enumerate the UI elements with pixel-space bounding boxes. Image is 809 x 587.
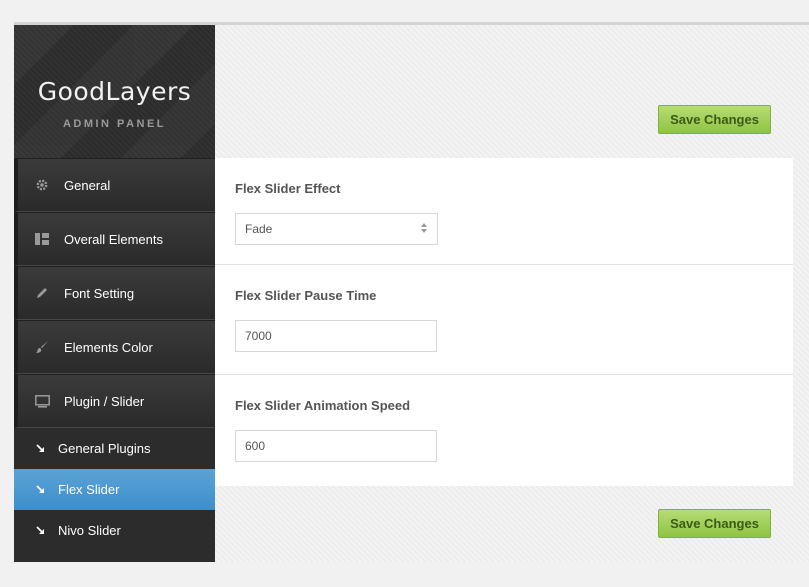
sidebar-subitem-nivo-slider[interactable]: Nivo Slider — [14, 510, 215, 551]
admin-frame: GoodLayers ADMIN PANEL General Overall E… — [14, 22, 809, 562]
arrow-down-right-icon — [36, 444, 48, 453]
sidebar-item-elements-color[interactable]: Elements Color — [14, 320, 215, 374]
sidebar-item-overall-elements[interactable]: Overall Elements — [14, 212, 215, 266]
flex-slider-effect-label: Flex Slider Effect — [235, 181, 341, 196]
sidebar-subitem-general-plugins[interactable]: General Plugins — [14, 428, 215, 469]
sidebar-item-label: Elements Color — [64, 339, 153, 355]
flex-slider-speed-input[interactable]: 600 — [235, 430, 437, 462]
logo: GoodLayers ADMIN PANEL — [14, 25, 215, 158]
sidebar-item-label: Font Setting — [64, 285, 135, 301]
flex-slider-effect-value: Fade — [245, 222, 273, 236]
logo-title: GoodLayers — [37, 77, 192, 106]
logo-subtitle: ADMIN PANEL — [62, 118, 167, 130]
sidebar-item-label: Overall Elements — [64, 231, 163, 247]
select-arrows-icon — [421, 223, 427, 233]
main-panel: Save Changes Flex Slider Effect Fade Fle… — [215, 25, 809, 562]
sidebar-item-label: General — [64, 177, 111, 193]
sidebar-item-label: Plugin / Slider — [64, 393, 145, 409]
sidebar: GoodLayers ADMIN PANEL General Overall E… — [14, 25, 215, 562]
sidebar-subitem-label: General Plugins — [58, 441, 151, 456]
sidebar-item-plugin-slider[interactable]: Plugin / Slider — [14, 374, 215, 428]
layout-icon — [34, 231, 50, 247]
brush-icon — [34, 339, 50, 355]
sidebar-subitem-label: Flex Slider — [58, 482, 120, 497]
flex-slider-pause-input[interactable]: 7000 — [235, 320, 437, 352]
sidebar-subitem-label: Nivo Slider — [58, 523, 121, 538]
arrow-down-right-icon — [36, 485, 48, 494]
slider-icon — [34, 393, 50, 409]
setting-flex-slider-speed: Flex Slider Animation Speed 600 — [215, 375, 793, 485]
save-button-bottom[interactable]: Save Changes — [658, 509, 771, 538]
flex-slider-pause-label: Flex Slider Pause Time — [235, 288, 377, 303]
save-button-top[interactable]: Save Changes — [658, 105, 771, 134]
setting-flex-slider-pause: Flex Slider Pause Time 7000 — [215, 265, 793, 375]
pencil-icon — [34, 285, 50, 301]
sidebar-subitem-flex-slider[interactable]: Flex Slider — [14, 469, 215, 510]
sidebar-item-general[interactable]: General — [14, 158, 215, 212]
flex-slider-speed-label: Flex Slider Animation Speed — [235, 398, 411, 413]
flex-slider-effect-select[interactable]: Fade — [235, 213, 438, 245]
arrow-down-right-icon — [36, 526, 48, 535]
setting-flex-slider-effect: Flex Slider Effect Fade — [215, 158, 793, 265]
settings-panel: Flex Slider Effect Fade Flex Slider Paus… — [215, 158, 793, 486]
sidebar-item-font-setting[interactable]: Font Setting — [14, 266, 215, 320]
gear-icon — [34, 177, 50, 193]
